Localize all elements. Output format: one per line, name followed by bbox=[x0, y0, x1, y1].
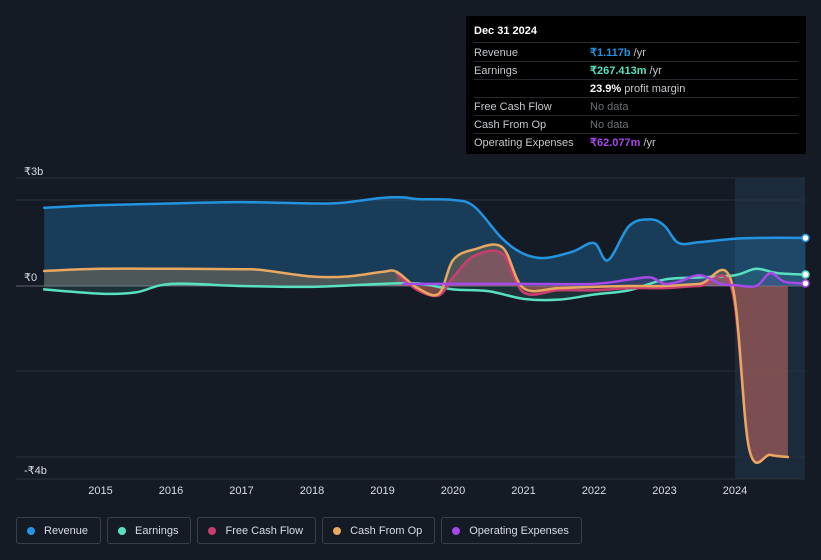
revenue-end-marker bbox=[801, 233, 810, 243]
x-tick-label: 2019 bbox=[370, 485, 394, 497]
tooltip-row-revenue: Revenue ₹1.117b/yr bbox=[474, 44, 798, 62]
tooltip-row-operating-expenses: Operating Expenses ₹62.077m/yr bbox=[474, 134, 798, 151]
tooltip-value: ₹1.117b/yr bbox=[590, 47, 646, 59]
legend-item-earnings[interactable]: Earnings bbox=[107, 517, 192, 544]
free-cash-flow-dot-icon bbox=[208, 526, 217, 535]
revenue-dot-icon bbox=[27, 526, 35, 535]
tooltip-row-earnings: Earnings ₹267.413m/yr bbox=[474, 62, 798, 80]
x-axis-labels: 2015 2016 2017 2018 2019 2020 2021 2022 2023 2024 bbox=[88, 485, 747, 497]
earnings-dot-icon bbox=[118, 526, 127, 535]
tooltip-value: No data bbox=[590, 118, 629, 131]
tooltip-row-free-cash-flow: Free Cash Flow No data bbox=[474, 98, 798, 116]
tooltip-label: Operating Expenses bbox=[474, 136, 574, 149]
legend: Revenue Earnings Free Cash Flow Cash Fro… bbox=[16, 517, 582, 544]
tooltip: Dec 31 2024 Revenue ₹1.117b/yr Earnings … bbox=[466, 16, 806, 154]
operating-expenses-dot-icon bbox=[452, 526, 461, 535]
legend-item-free-cash-flow[interactable]: Free Cash Flow bbox=[197, 517, 317, 544]
y-tick-label: -₹4b bbox=[24, 465, 47, 477]
x-tick-label: 2017 bbox=[229, 485, 253, 497]
legend-item-operating-expenses[interactable]: Operating Expenses bbox=[441, 517, 582, 544]
tooltip-label: Earnings bbox=[474, 64, 518, 77]
tooltip-date: Dec 31 2024 bbox=[474, 24, 798, 43]
x-tick-label: 2022 bbox=[582, 485, 606, 497]
y-tick-label: ₹0 bbox=[24, 272, 37, 284]
x-tick-label: 2020 bbox=[441, 485, 465, 497]
tooltip-label: Revenue bbox=[474, 46, 519, 59]
series-areas bbox=[44, 197, 806, 463]
legend-item-cash-from-op[interactable]: Cash From Op bbox=[322, 517, 436, 544]
operating-expenses-end-marker bbox=[801, 279, 810, 288]
cash-from-op-dot-icon bbox=[333, 526, 342, 535]
tooltip-row-profit-margin: 23.9% profit margin bbox=[474, 80, 798, 98]
legend-item-revenue[interactable]: Revenue bbox=[16, 517, 102, 544]
tooltip-label: Cash From Op bbox=[474, 118, 547, 131]
tooltip-value: 23.9% profit margin bbox=[590, 82, 686, 95]
y-tick-label: ₹3b bbox=[24, 166, 43, 178]
tooltip-value: ₹267.413m/yr bbox=[590, 65, 662, 77]
x-tick-label: 2023 bbox=[652, 485, 676, 497]
y-axis-labels: ₹3b ₹0 -₹4b bbox=[24, 166, 47, 477]
earnings-end-marker bbox=[801, 270, 810, 279]
x-tick-label: 2021 bbox=[511, 485, 535, 497]
x-tick-label: 2018 bbox=[300, 485, 324, 497]
x-tick-label: 2024 bbox=[723, 485, 747, 497]
tooltip-row-cash-from-op: Cash From Op No data bbox=[474, 116, 798, 134]
x-tick-label: 2015 bbox=[88, 485, 112, 497]
tooltip-value: No data bbox=[590, 100, 629, 113]
x-tick-label: 2016 bbox=[159, 485, 183, 497]
tooltip-label: Free Cash Flow bbox=[474, 100, 552, 113]
tooltip-value: ₹62.077m/yr bbox=[590, 137, 656, 149]
